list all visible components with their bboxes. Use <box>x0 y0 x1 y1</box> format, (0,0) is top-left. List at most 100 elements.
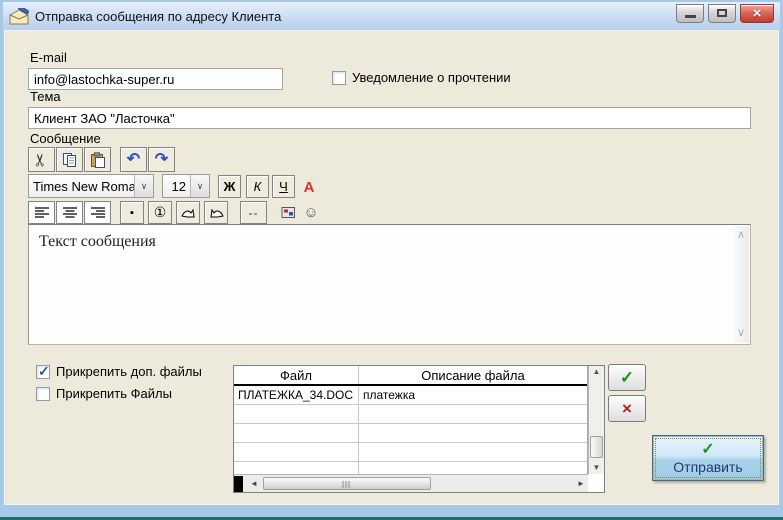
file-cell[interactable] <box>234 462 359 474</box>
window-title: Отправка сообщения по адресу Клиента <box>35 9 676 24</box>
message-scrollbar[interactable]: ∧ ∨ <box>733 226 749 343</box>
indent-button[interactable] <box>176 201 200 224</box>
file-cell[interactable]: ПЛАТЕЖКА_34.DOC <box>234 386 359 404</box>
align-left-icon <box>34 206 50 219</box>
scissors-icon: ✂ <box>32 152 52 166</box>
close-icon: × <box>753 6 762 21</box>
bold-button[interactable]: Ж <box>218 175 241 198</box>
chevron-up-icon[interactable]: ∧ <box>737 230 745 241</box>
font-color-icon: A <box>304 179 315 196</box>
table-header-row: Файл Описание файла <box>234 366 587 386</box>
scroll-right-icon[interactable]: ► <box>574 479 588 488</box>
checkbox-box[interactable] <box>332 71 346 85</box>
attach-extra-files-checkbox[interactable]: Прикрепить доп. файлы <box>36 364 202 379</box>
read-receipt-label: Уведомление о прочтении <box>352 70 511 85</box>
close-button[interactable]: × <box>740 4 774 23</box>
table-row[interactable]: ПЛАТЕЖКА_34.DOC платежка <box>234 386 587 405</box>
title-bar[interactable]: Отправка сообщения по адресу Клиента × <box>3 2 780 30</box>
copy-button[interactable] <box>56 147 83 172</box>
file-cell[interactable] <box>234 405 359 423</box>
window-controls: × <box>676 4 774 23</box>
check-icon: ✓ <box>701 442 714 458</box>
maximize-button[interactable] <box>708 4 736 23</box>
bullet-list-button[interactable]: ▪ <box>120 201 144 224</box>
description-cell[interactable] <box>359 424 587 442</box>
maximize-icon <box>717 9 727 17</box>
description-cell[interactable]: платежка <box>359 386 587 404</box>
undo-button[interactable]: ↶ <box>120 147 147 172</box>
font-size-value: 12 <box>163 179 190 194</box>
file-cell[interactable] <box>234 424 359 442</box>
horizontal-scroll-track[interactable] <box>261 476 574 492</box>
align-left-button[interactable] <box>28 201 55 224</box>
chevron-down-icon: ∨ <box>190 175 209 197</box>
column-header-file[interactable]: Файл <box>234 366 359 384</box>
description-cell[interactable] <box>359 405 587 423</box>
paste-button[interactable] <box>84 147 111 172</box>
row-indicator <box>234 476 243 492</box>
scroll-down-icon[interactable]: ▼ <box>589 463 604 472</box>
description-cell[interactable] <box>359 443 587 461</box>
smiley-button[interactable]: ☺ <box>302 202 320 222</box>
table-row[interactable] <box>234 462 587 474</box>
insert-picture-button[interactable] <box>278 203 298 221</box>
attach-files-checkbox[interactable]: Прикрепить Файлы <box>36 386 172 401</box>
bullet-icon: ▪ <box>130 207 134 219</box>
table-horizontal-scrollbar[interactable]: ◄ ► <box>234 474 588 492</box>
dash-icon: -- <box>249 206 259 220</box>
vertical-scroll-thumb[interactable] <box>590 436 603 458</box>
file-cell[interactable] <box>234 443 359 461</box>
copy-icon <box>62 152 78 168</box>
align-right-button[interactable] <box>84 201 111 224</box>
scroll-left-icon[interactable]: ◄ <box>247 479 261 488</box>
message-label: Сообщение <box>30 131 101 146</box>
align-center-button[interactable] <box>56 201 83 224</box>
underline-button[interactable]: Ч <box>272 175 295 198</box>
numbered-list-button[interactable]: ① <box>148 201 172 224</box>
horizontal-line-button[interactable]: -- <box>240 201 267 224</box>
redo-button[interactable]: ↷ <box>148 147 175 172</box>
attachments-grid: Файл Описание файла ПЛАТЕЖКА_34.DOC плат… <box>234 366 588 474</box>
confirm-attachment-button[interactable]: ✓ <box>608 364 646 391</box>
subject-label: Тема <box>30 89 61 104</box>
table-vertical-scrollbar[interactable]: ▲ ▼ <box>588 366 604 474</box>
send-message-icon <box>9 8 29 25</box>
minimize-icon <box>685 15 696 18</box>
font-color-button[interactable]: A <box>300 177 318 197</box>
horizontal-scroll-thumb[interactable] <box>263 477 431 490</box>
message-input[interactable]: Текст сообщения ∧ ∨ <box>28 224 751 345</box>
grip-icon <box>343 481 352 488</box>
dialog-window: Отправка сообщения по адресу Клиента × E… <box>0 0 783 520</box>
table-row[interactable] <box>234 424 587 443</box>
send-button[interactable]: ✓ Отправить <box>652 435 764 481</box>
chevron-down-icon[interactable]: ∨ <box>737 328 745 339</box>
send-button-label: Отправить <box>673 459 742 475</box>
subject-input[interactable] <box>28 107 751 129</box>
attach-extra-files-label: Прикрепить доп. файлы <box>56 364 202 379</box>
table-row[interactable] <box>234 443 587 462</box>
attachments-table: Файл Описание файла ПЛАТЕЖКА_34.DOC плат… <box>233 365 605 493</box>
align-right-icon <box>90 206 106 219</box>
redo-icon: ↷ <box>155 152 168 168</box>
scroll-up-icon[interactable]: ▲ <box>589 367 604 376</box>
italic-button[interactable]: К <box>246 175 269 198</box>
cut-button[interactable]: ✂ <box>28 147 55 172</box>
flag-arrow-left-icon <box>209 206 224 220</box>
check-icon: ✓ <box>620 369 634 386</box>
delete-attachment-button[interactable]: × <box>608 395 646 422</box>
checkbox-box[interactable] <box>36 365 50 379</box>
read-receipt-checkbox[interactable]: Уведомление о прочтении <box>332 70 511 85</box>
font-size-select[interactable]: 12 ∨ <box>162 174 210 198</box>
column-header-description[interactable]: Описание файла <box>359 366 587 384</box>
paste-icon <box>90 152 106 168</box>
font-family-value: Times New Roman <box>29 179 134 194</box>
table-row[interactable] <box>234 405 587 424</box>
outdent-button[interactable] <box>204 201 228 224</box>
checkbox-box[interactable] <box>36 387 50 401</box>
description-cell[interactable] <box>359 462 587 474</box>
minimize-button[interactable] <box>676 4 704 23</box>
insert-picture-icon <box>281 206 296 219</box>
font-family-select[interactable]: Times New Roman ∨ <box>28 174 154 198</box>
email-input[interactable] <box>28 68 283 90</box>
message-text: Текст сообщения <box>39 233 726 251</box>
